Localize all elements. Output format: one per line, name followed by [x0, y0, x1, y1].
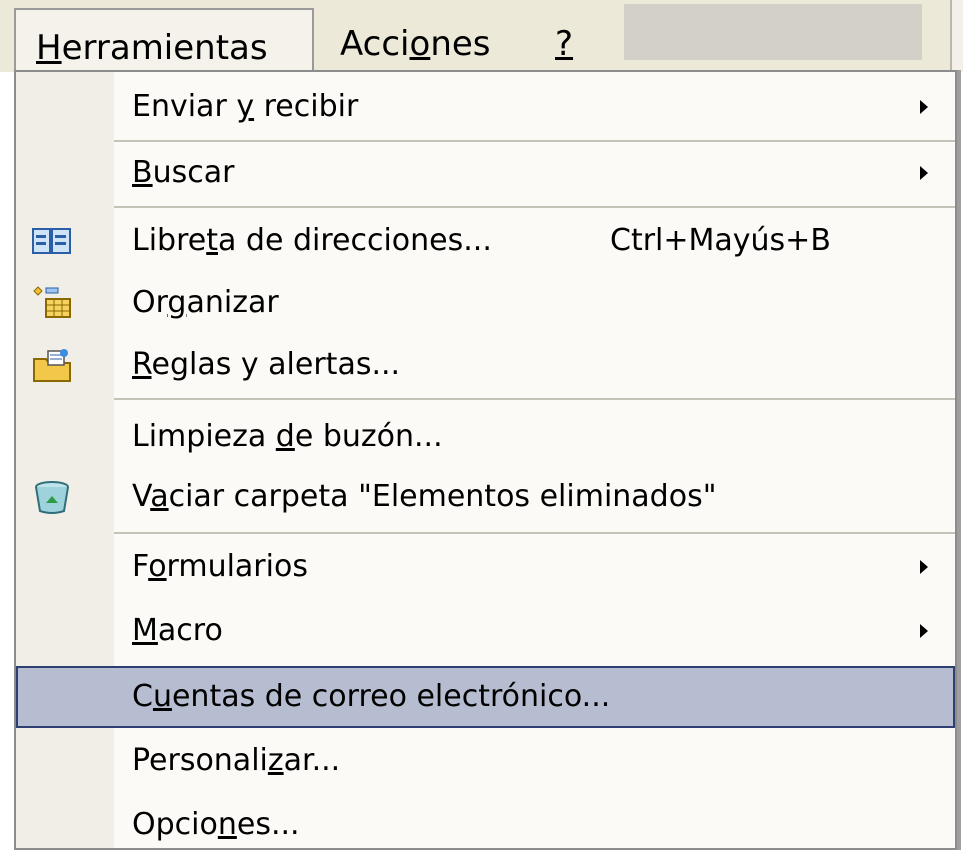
menu-item-formularios[interactable]: Formularios	[16, 536, 955, 598]
submenu-arrow-icon	[920, 624, 928, 638]
menu-separator	[114, 532, 955, 534]
menu-acciones[interactable]: Acciones	[340, 0, 491, 72]
menu-herramientas-label-post: erramientas	[61, 28, 268, 68]
menu-item-libreta-direcciones[interactable]: Libreta de direcciones... Ctrl+Mayús+B	[16, 210, 955, 272]
menu-item-label: Cuentas de correo electrónico...	[132, 679, 611, 714]
menu-item-enviar-recibir[interactable]: Enviar y recibir	[16, 76, 955, 138]
menu-item-reglas-alertas[interactable]: Reglas y alertas...	[16, 334, 955, 396]
menu-item-label: Opciones...	[132, 807, 300, 842]
menu-item-shortcut: Ctrl+Mayús+B	[610, 223, 831, 258]
window-edge	[950, 0, 963, 72]
menu-item-label: Reglas y alertas...	[132, 347, 401, 382]
menu-acciones-label-pre: Acci	[340, 24, 410, 64]
menu-item-label: Vaciar carpeta "Elementos eliminados"	[132, 479, 717, 514]
herramientas-dropdown: Enviar y recibir Buscar Libreta de direc…	[14, 70, 957, 850]
menu-item-macro[interactable]: Macro	[16, 600, 955, 662]
organize-icon	[32, 285, 72, 321]
menu-separator	[114, 206, 955, 208]
submenu-arrow-icon	[920, 100, 928, 114]
menu-item-label: Macro	[132, 613, 223, 648]
menu-separator	[114, 398, 955, 400]
menu-item-personalizar[interactable]: Personalizar...	[16, 730, 955, 792]
menu-help-accel: ?	[555, 24, 574, 64]
menu-help[interactable]: ?	[555, 0, 573, 72]
menubar-empty-area	[624, 4, 922, 60]
menu-acciones-accel: o	[409, 24, 431, 64]
menu-item-label: Libreta de direcciones...	[132, 223, 492, 258]
menu-item-label: Organizar	[132, 285, 279, 320]
menu-item-cuentas-correo[interactable]: Cuentas de correo electrónico...	[16, 666, 955, 728]
menu-item-opciones[interactable]: Opciones...	[16, 794, 955, 856]
menu-item-label: Buscar	[132, 155, 235, 190]
menu-item-limpieza-buzon[interactable]: Limpieza de buzón...	[16, 406, 955, 468]
submenu-arrow-icon	[920, 166, 928, 180]
menu-item-buscar[interactable]: Buscar	[16, 142, 955, 204]
menu-item-vaciar-carpeta[interactable]: Vaciar carpeta "Elementos eliminados"	[16, 466, 955, 528]
submenu-arrow-icon	[920, 560, 928, 574]
menu-item-label: Limpieza de buzón...	[132, 419, 443, 454]
menu-bar: Herramientas Acciones ?	[0, 0, 963, 82]
menu-item-label: Formularios	[132, 549, 308, 584]
rules-alerts-icon	[32, 347, 72, 383]
address-book-icon	[32, 223, 72, 259]
recycle-bin-icon	[32, 479, 72, 515]
menu-item-organizar[interactable]: Organizar	[16, 272, 955, 334]
menu-item-label: Enviar y recibir	[132, 89, 359, 124]
menu-herramientas-accel: H	[36, 28, 62, 68]
menu-item-label: Personalizar...	[132, 743, 341, 778]
menu-acciones-label-post: nes	[430, 24, 491, 64]
